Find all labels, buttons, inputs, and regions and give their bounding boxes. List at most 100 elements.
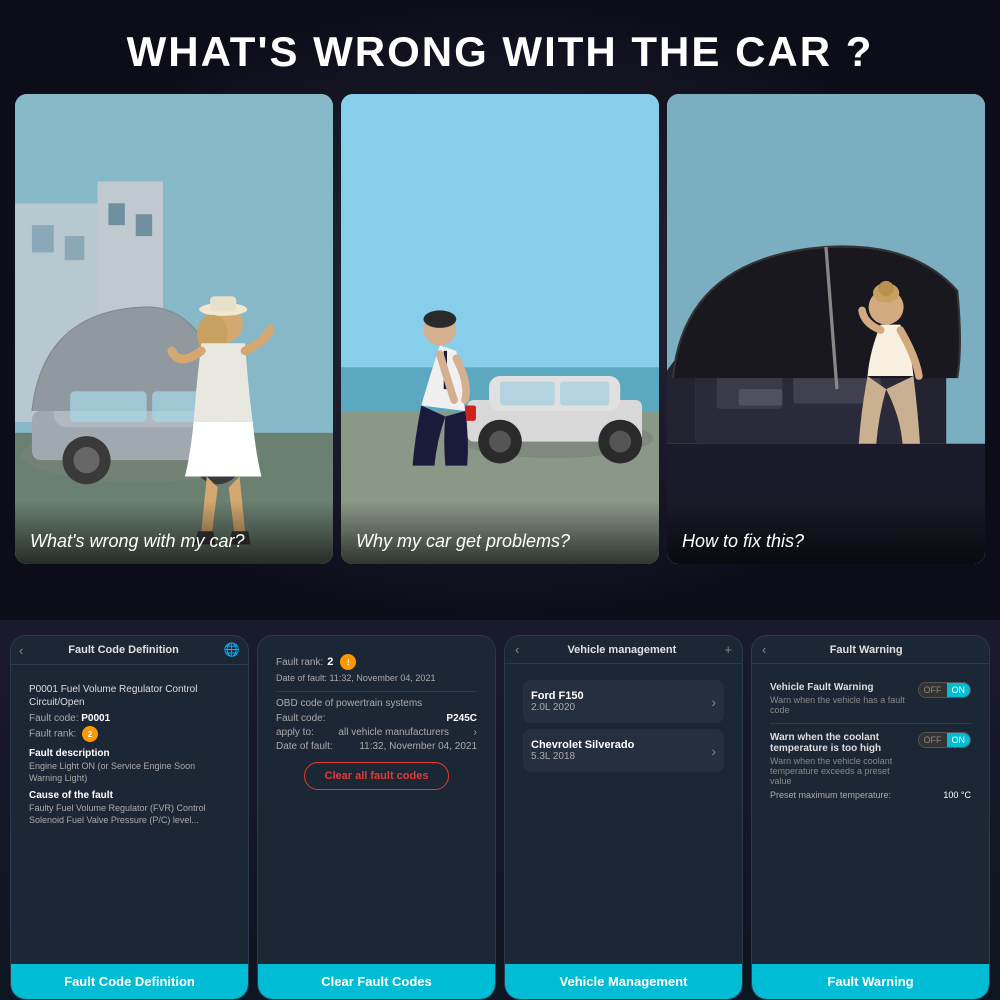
fault-warning-card: ‹ Fault Warning Vehicle Fault Warning Wa… (751, 635, 990, 1000)
warning1-title: Vehicle Fault Warning (770, 682, 913, 693)
clear-fault-content: Fault rank: 2 ! Date of fault: 11:32, No… (258, 636, 495, 964)
rank-badge-2: ! (340, 654, 356, 670)
image-card-2: Why my car get problems? (341, 94, 659, 564)
toggle2-off: OFF (919, 733, 947, 747)
vehicle-item-1[interactable]: Ford F150 2.0L 2020 › (523, 680, 724, 723)
app-cards-row: ‹ Fault Code Definition 🌐 P0001 Fuel Vol… (10, 635, 990, 1000)
fault-code-field: Fault code: P245C (276, 713, 477, 724)
warning-back-icon[interactable]: ‹ (762, 642, 766, 657)
vehicle-arrow-2: › (711, 743, 716, 759)
image-card-1: What's wrong with my car? (15, 94, 333, 564)
vehicle-body: Ford F150 2.0L 2020 › Chevrolet Silverad… (515, 674, 732, 784)
fault-desc-text: Engine Light ON (or Service Engine Soon … (29, 761, 230, 784)
fault-code-footer[interactable]: Fault Code Definition (11, 964, 248, 999)
toggle2-on: ON (947, 733, 971, 747)
warning-item-2: Warn when the coolant temperature is too… (770, 732, 971, 808)
toggle1-off: OFF (919, 683, 947, 697)
fault-code-row: Fault code: P0001 (29, 713, 230, 724)
fault-code-value: P0001 (81, 713, 110, 724)
fault-code-body: P0001 Fuel Volume Regulator Control Circ… (21, 675, 238, 835)
warning-item-1: Vehicle Fault Warning Warn when the vehi… (770, 682, 971, 724)
warning-row-2: Warn when the coolant temperature is too… (770, 732, 971, 786)
fault-warning-header: ‹ Fault Warning (752, 636, 989, 664)
fault-title: P0001 Fuel Volume Regulator Control Circ… (29, 683, 230, 709)
warning-title: Fault Warning (830, 644, 903, 656)
code-field-label: Fault code: (276, 713, 325, 724)
apply-value: all vehicle manufacturers (338, 727, 449, 738)
date2-value: 11:32, November 04, 2021 (359, 741, 477, 752)
warning2-subtitle: Warn when the vehicle coolant temperatur… (770, 756, 913, 786)
image-caption-2: Why my car get problems? (341, 501, 659, 564)
scene-svg-2 (341, 94, 659, 564)
preset-label: Preset maximum temperature: (770, 790, 891, 800)
vehicle-footer[interactable]: Vehicle Management (505, 964, 742, 999)
scene-svg-1 (15, 94, 333, 564)
rank-badge: 2 (82, 726, 98, 742)
rank-label: Fault rank: (276, 657, 323, 668)
fault-warning-footer[interactable]: Fault Warning (752, 964, 989, 999)
image-caption-1: What's wrong with my car? (15, 501, 333, 564)
globe-icon[interactable]: 🌐 (224, 642, 240, 658)
warning-text-1: Vehicle Fault Warning Warn when the vehi… (770, 682, 913, 715)
main-title: WHAT'S WRONG WITH THE CAR ? (107, 0, 894, 94)
vehicle-name-1: Ford F150 (531, 690, 584, 702)
date-row: Date of fault: 11:32, November 04, 2021 (276, 673, 477, 683)
page-wrapper: WHAT'S WRONG WITH THE CAR ? (0, 0, 1000, 1000)
vehicle-info-1: Ford F150 2.0L 2020 (531, 690, 584, 713)
vehicle-header: ‹ Vehicle management + (505, 636, 742, 664)
fault-rank-label: Fault rank: (29, 729, 76, 740)
cause-header: Cause of the fault (29, 790, 230, 801)
image-grid: What's wrong with my car? (0, 94, 1000, 564)
obd-label: OBD code of powertrain systems (276, 698, 477, 709)
fault-code-label: Fault code: (29, 713, 78, 724)
fault-code-content: P0001 Fuel Volume Regulator Control Circ… (11, 665, 248, 964)
date-value: 11:32, November 04, 2021 (330, 673, 436, 683)
vehicle-title: Vehicle management (567, 644, 676, 656)
date2-field: Date of fault: 11:32, November 04, 2021 (276, 741, 477, 752)
vehicle-detail-1: 2.0L 2020 (531, 702, 584, 713)
warning-text-2: Warn when the coolant temperature is too… (770, 732, 913, 786)
bottom-section: ‹ Fault Code Definition 🌐 P0001 Fuel Vol… (0, 620, 1000, 1000)
back-icon[interactable]: ‹ (19, 643, 23, 658)
vehicle-back-icon[interactable]: ‹ (515, 642, 519, 657)
clear-fault-card: Fault rank: 2 ! Date of fault: 11:32, No… (257, 635, 496, 1000)
divider (276, 691, 477, 692)
scene-svg-3 (667, 94, 985, 564)
clear-all-button[interactable]: Clear all fault codes (304, 762, 450, 790)
warning2-title: Warn when the coolant temperature is too… (770, 732, 913, 754)
fault-code-header: ‹ Fault Code Definition 🌐 (11, 636, 248, 665)
fault-code-card: ‹ Fault Code Definition 🌐 P0001 Fuel Vol… (10, 635, 249, 1000)
code-field-value: P245C (446, 713, 477, 724)
fault-code-title: Fault Code Definition (68, 644, 179, 656)
warning1-subtitle: Warn when the vehicle has a fault code (770, 695, 913, 715)
top-section: WHAT'S WRONG WITH THE CAR ? (0, 0, 1000, 620)
vehicle-add-icon[interactable]: + (724, 642, 732, 657)
cause-text: Faulty Fuel Volume Regulator (FVR) Contr… (29, 803, 230, 826)
clear-fault-body: Fault rank: 2 ! Date of fault: 11:32, No… (268, 646, 485, 798)
apply-label: apply to: (276, 727, 314, 738)
vehicle-mgmt-card: ‹ Vehicle management + Ford F150 2.0L 20… (504, 635, 743, 1000)
vehicle-content: Ford F150 2.0L 2020 › Chevrolet Silverad… (505, 664, 742, 964)
clear-fault-footer[interactable]: Clear Fault Codes (258, 964, 495, 999)
vehicle-detail-2: 5.3L 2018 (531, 751, 634, 762)
vehicle-name-2: Chevrolet Silverado (531, 739, 634, 751)
fault-rank-row: Fault rank: 2 (29, 726, 230, 742)
apply-arrow: › (474, 727, 477, 738)
image-caption-3: How to fix this? (667, 501, 985, 564)
warning-row-1: Vehicle Fault Warning Warn when the vehi… (770, 682, 971, 715)
date2-label: Date of fault: (276, 741, 333, 752)
preset-value: 100 °C (943, 790, 971, 800)
image-card-3: How to fix this? (667, 94, 985, 564)
vehicle-item-2[interactable]: Chevrolet Silverado 5.3L 2018 › (523, 729, 724, 772)
rank-val: 2 (327, 656, 333, 668)
apply-row: apply to: all vehicle manufacturers › (276, 727, 477, 738)
preset-row: Preset maximum temperature: 100 °C (770, 790, 971, 800)
date-label: Date of fault: (276, 673, 327, 683)
fault-warning-content: Vehicle Fault Warning Warn when the vehi… (752, 664, 989, 964)
vehicle-arrow-1: › (711, 694, 716, 710)
toggle-2[interactable]: OFF ON (918, 732, 972, 748)
toggle-1[interactable]: OFF ON (918, 682, 972, 698)
toggle1-on: ON (947, 683, 971, 697)
fault-warning-body: Vehicle Fault Warning Warn when the vehi… (762, 674, 979, 816)
vehicle-info-2: Chevrolet Silverado 5.3L 2018 (531, 739, 634, 762)
